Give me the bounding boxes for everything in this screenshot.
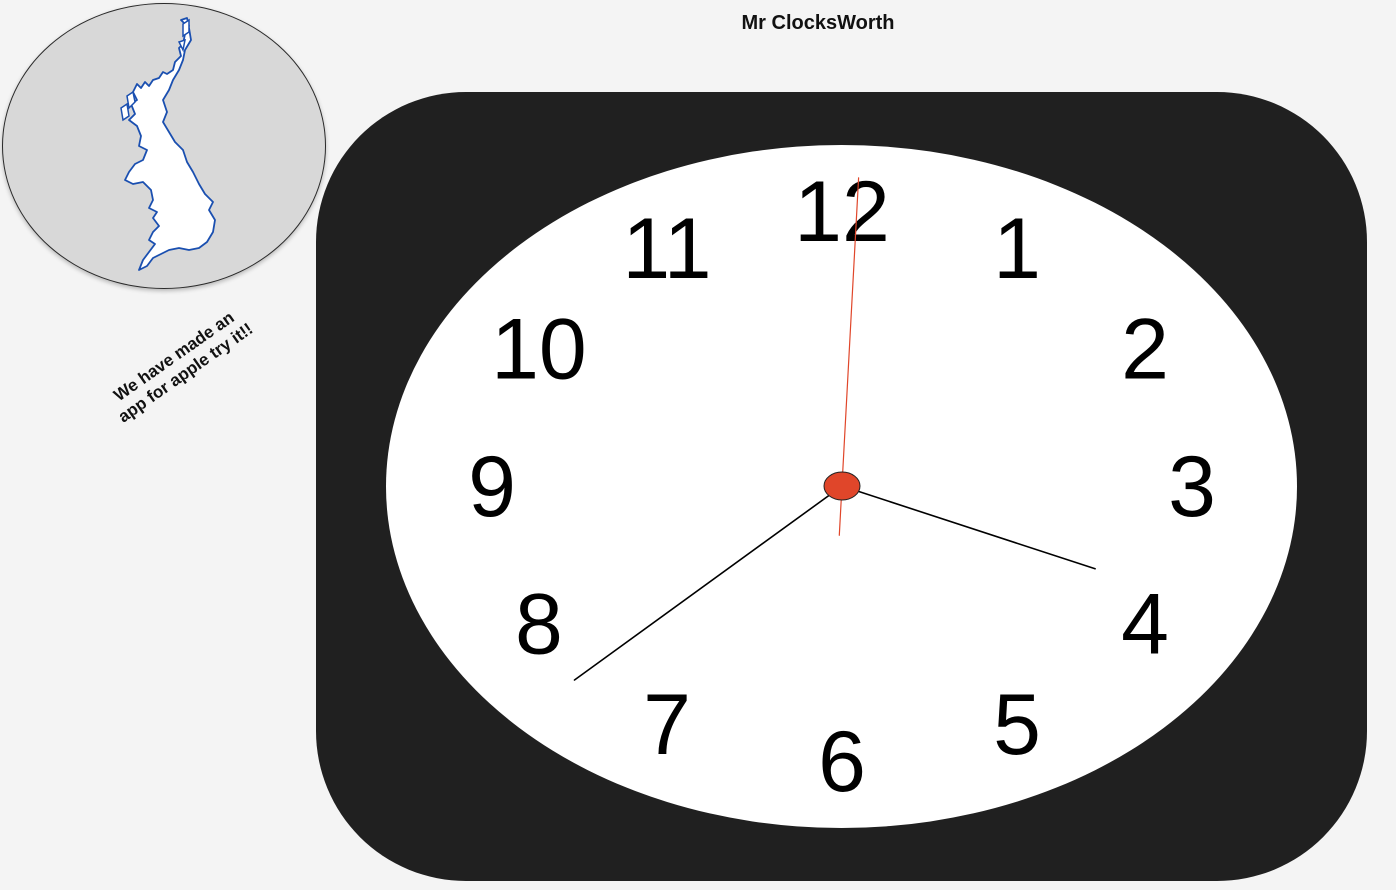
clock-numeral-10: 10 (491, 302, 587, 398)
clock-center-cap (823, 471, 861, 501)
clock-numeral-5: 5 (993, 677, 1041, 773)
great-britain-shape (124, 17, 216, 271)
clock-numeral-6: 6 (818, 714, 866, 810)
promo-text[interactable]: We have made an app for apple try it!! (99, 300, 261, 430)
clock-numeral-11: 11 (622, 201, 711, 297)
clock-numeral-7: 7 (643, 677, 691, 773)
clock-face: 12 1 2 3 4 5 6 7 8 9 10 11 (386, 145, 1297, 828)
uk-map-badge[interactable] (2, 3, 326, 289)
clock-numeral-1: 1 (993, 201, 1041, 297)
page: Mr ClocksWorth We have made an app for a… (0, 0, 1396, 890)
hour-hand (841, 485, 1096, 570)
clock-numeral-8: 8 (515, 577, 563, 673)
clock-dial: 12 12 3 45 6 78 9 10 11 (468, 164, 1216, 810)
clock-numeral-3: 3 (1168, 439, 1216, 535)
clock-numeral-4: 4 (1121, 577, 1169, 673)
page-title-text: Mr ClocksWorth (741, 12, 895, 34)
minute-hand (573, 485, 843, 681)
clock-numeral-12: 12 (794, 164, 890, 260)
clock-numeral-2: 2 (1121, 302, 1169, 398)
clock-numeral-9: 9 (468, 439, 516, 535)
clock-frame: 12 1 2 3 4 5 6 7 8 9 10 11 (316, 92, 1367, 881)
uk-map-icon (120, 17, 216, 271)
